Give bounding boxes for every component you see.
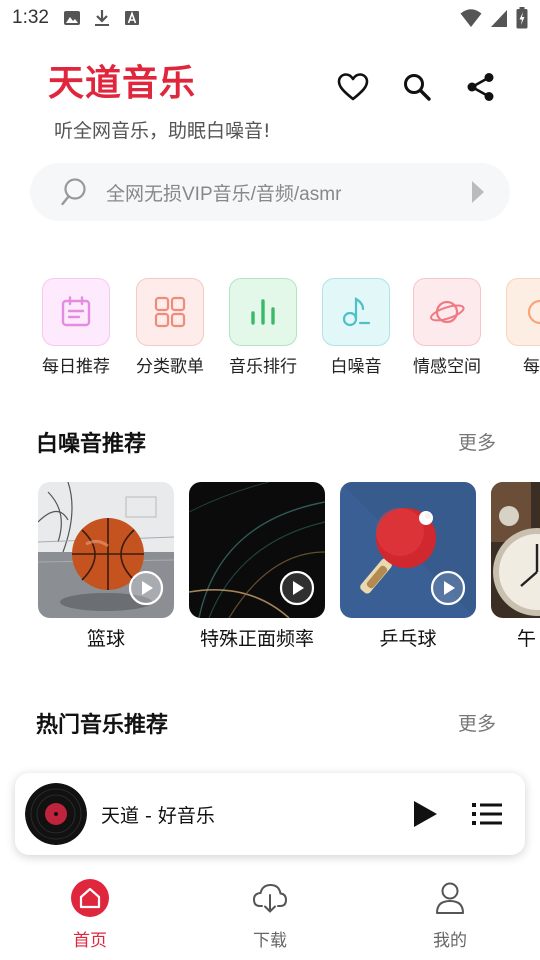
white-noise-list: 篮球 特殊正面频率 乒乓球 午 — [0, 482, 540, 652]
nav-label: 首页 — [73, 931, 107, 951]
category-tile — [229, 278, 297, 346]
music-note-icon — [342, 297, 371, 327]
search-placeholder: 全网无损VIP音乐/音频/asmr — [106, 183, 342, 205]
noise-card-afternoon[interactable]: 午 — [491, 482, 540, 651]
nav-download[interactable]: 下载 — [180, 870, 360, 960]
play-circle-icon[interactable] — [430, 570, 466, 606]
share-button[interactable] — [464, 70, 498, 104]
nav-label: 下载 — [253, 931, 287, 951]
noise-label: 特殊正面频率 — [199, 628, 314, 650]
home-icon — [71, 879, 109, 917]
category-daily-recommend[interactable]: 每日推荐 — [30, 278, 122, 377]
wifi-icon — [460, 9, 482, 27]
status-time: 1:32 — [12, 7, 49, 28]
download-icon — [94, 10, 109, 26]
app-title: 天道音乐 — [48, 63, 197, 104]
circle-icon — [527, 299, 540, 325]
noise-thumbnail — [189, 482, 325, 618]
cloud-download-icon — [252, 883, 288, 913]
search-bar[interactable]: 全网无损VIP音乐/音频/asmr — [30, 163, 510, 221]
app-subtitle: 听全网音乐，助眠白噪音! — [54, 120, 271, 142]
nav-icon — [70, 878, 110, 918]
header-actions — [336, 70, 498, 104]
grid-icon — [154, 296, 186, 328]
search-icon — [404, 74, 431, 101]
noise-label: 午 — [517, 628, 537, 650]
category-tile — [506, 278, 540, 346]
noise-card-basketball[interactable]: 篮球 — [38, 482, 174, 651]
noise-card-special-frequency[interactable]: 特殊正面频率 — [189, 482, 325, 651]
nav-home[interactable]: 首页 — [0, 870, 180, 960]
category-row: 每日推荐 分类歌单 音乐排行 白噪音 情感空间 每日 — [0, 278, 540, 378]
play-icon — [414, 801, 437, 827]
nav-icon — [430, 878, 470, 918]
nav-icon — [250, 878, 290, 918]
image-icon — [63, 11, 80, 25]
category-playlists[interactable]: 分类歌单 — [124, 278, 216, 377]
category-daily-partial[interactable]: 每日 — [494, 278, 540, 377]
category-label: 白噪音 — [330, 357, 382, 377]
heart-icon — [337, 73, 369, 101]
white-noise-section-title: 白噪音推荐 — [36, 432, 147, 457]
arrow-right-icon[interactable] — [470, 180, 486, 204]
category-emotion-space[interactable]: 情感空间 — [401, 278, 493, 377]
player-track-title: 天道 - 好音乐 — [101, 804, 215, 827]
status-bar: 1:32 — [0, 0, 540, 36]
noise-label: 乒乓球 — [379, 628, 437, 650]
category-label: 情感空间 — [413, 357, 481, 377]
category-label: 分类歌单 — [136, 357, 204, 377]
category-label: 每日推荐 — [42, 357, 110, 377]
favorite-button[interactable] — [336, 70, 370, 104]
noise-thumbnail — [340, 482, 476, 618]
nav-profile[interactable]: 我的 — [360, 870, 540, 960]
share-icon — [467, 73, 494, 101]
user-icon — [436, 882, 464, 914]
battery-icon — [516, 7, 528, 29]
category-tile — [322, 278, 390, 346]
noise-card-ping-pong[interactable]: 乒乓球 — [340, 482, 476, 651]
vinyl-disc-icon — [25, 783, 87, 845]
search-icon — [61, 178, 86, 206]
alarm-clock-art — [491, 482, 540, 618]
white-noise-more-link[interactable]: 更多 — [458, 428, 496, 455]
play-circle-icon[interactable] — [128, 570, 164, 606]
noise-thumbnail — [38, 482, 174, 618]
category-white-noise[interactable]: 白噪音 — [310, 278, 402, 377]
a-icon — [124, 11, 139, 25]
bar-chart-icon — [251, 299, 275, 325]
play-button[interactable] — [405, 794, 445, 834]
search-button[interactable] — [400, 70, 434, 104]
noise-thumbnail — [491, 482, 540, 618]
category-charts[interactable]: 音乐排行 — [217, 278, 309, 377]
category-label: 每日 — [523, 357, 540, 377]
category-tile — [42, 278, 110, 346]
hot-music-more-link[interactable]: 更多 — [458, 709, 496, 736]
signal-icon — [491, 10, 507, 27]
hot-music-section-title: 热门音乐推荐 — [36, 713, 169, 738]
category-tile — [136, 278, 204, 346]
category-label: 音乐排行 — [229, 357, 297, 377]
nav-label: 我的 — [433, 931, 467, 951]
play-circle-icon[interactable] — [279, 570, 315, 606]
category-tile — [413, 278, 481, 346]
calendar-icon — [61, 296, 91, 327]
bottom-nav: 首页 下载 我的 — [0, 870, 540, 960]
mini-player[interactable]: 天道 - 好音乐 — [15, 773, 525, 855]
noise-label: 篮球 — [86, 628, 125, 650]
list-icon — [472, 803, 502, 825]
planet-icon — [430, 300, 465, 324]
playlist-button[interactable] — [467, 794, 507, 834]
